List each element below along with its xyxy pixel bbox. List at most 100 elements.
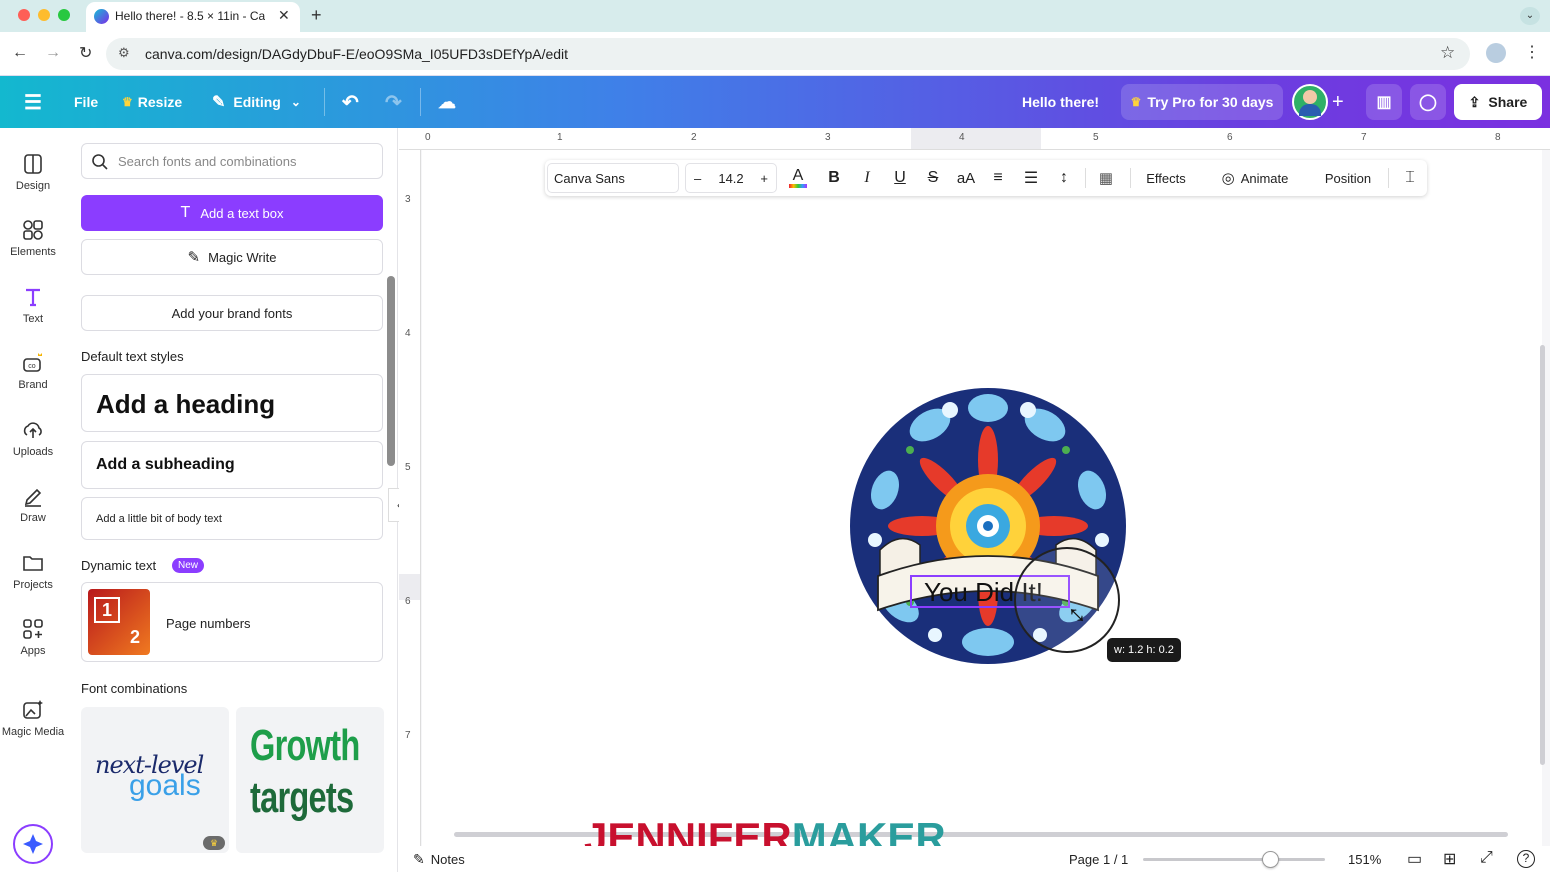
comments-icon[interactable]: ◯ [1410,84,1446,120]
url-text: canva.com/design/DAGdyDbuF-E/eoO9SMa_I05… [145,46,569,62]
page-numbers-button[interactable]: 1 2 Page numbers [81,582,383,662]
reload-icon[interactable]: ↻ [79,43,92,63]
ruler-tick: 4 [959,132,965,143]
undo-icon[interactable]: ↶ [342,76,359,128]
profile-avatar-icon[interactable] [1486,43,1506,63]
transparency-checker-icon[interactable]: ▦ [1093,160,1119,196]
bookmark-star-icon[interactable]: ☆ [1440,43,1455,63]
decrease-font-size-button[interactable]: – [694,171,701,186]
cursor-highlight-circle [1014,547,1120,653]
cloud-save-icon[interactable]: ☁ [438,76,456,128]
letter-case-button[interactable]: aA [952,160,980,196]
insights-chart-icon[interactable]: ▥ [1366,84,1402,120]
rail-label: Text [22,313,44,325]
help-button[interactable]: ? [1517,850,1535,868]
strikethrough-button[interactable]: S [920,160,946,196]
rail-item-apps[interactable]: Apps [0,611,66,671]
menu-hamburger-icon[interactable]: ☰ [24,76,42,128]
text-color-button[interactable]: A [785,160,811,196]
rail-item-projects[interactable]: Projects [0,545,66,605]
fullscreen-icon[interactable]: ⤢ [1480,849,1493,867]
magic-write-label: Magic Write [208,249,277,265]
add-collaborator-icon[interactable]: + [1332,76,1344,128]
font-family-dropdown[interactable]: Canva Sans [547,163,679,193]
pencil-icon: ✎ [212,94,226,111]
minimize-window-button[interactable] [38,9,50,21]
resize-label: Resize [137,94,183,110]
try-pro-button[interactable]: ♛ Try Pro for 30 days [1121,84,1283,120]
underline-button[interactable]: U [887,160,913,196]
back-arrow-icon[interactable]: ← [12,44,28,62]
close-window-button[interactable] [18,9,30,21]
heading-label: Add a heading [96,389,276,419]
increase-font-size-button[interactable]: + [760,171,768,186]
site-settings-icon[interactable]: ⚙ [118,45,130,61]
font-size-input[interactable]: 14.2 [718,171,743,186]
zoom-slider[interactable] [1143,851,1325,868]
vertical-scrollbar[interactable] [1540,345,1545,765]
redo-icon[interactable]: ↷ [385,76,402,128]
new-tab-button[interactable]: + [311,5,322,26]
line-spacing-icon[interactable]: ↕ [1051,160,1077,196]
top-ruler: 0 1 2 3 4 5 6 7 8 [399,128,1550,150]
magic-assistant-button[interactable] [13,824,53,864]
forward-arrow-icon[interactable]: → [45,44,61,62]
rail-item-uploads[interactable]: Uploads [0,412,66,472]
font-search-input[interactable]: Search fonts and combinations [81,143,383,179]
add-body-text-button[interactable]: Add a little bit of body text [81,497,383,540]
bold-button[interactable]: B [821,160,847,196]
page-numbers-label: Page numbers [166,616,251,631]
share-button[interactable]: ⇪ Share [1454,84,1542,120]
page-indicator[interactable]: Page 1 / 1 [1069,852,1128,867]
file-menu-button[interactable]: File [74,76,98,128]
align-center-icon[interactable]: ≡ [985,160,1011,196]
rail-item-design[interactable]: Design [0,146,66,206]
design-icon [24,154,42,174]
add-text-box-button[interactable]: T Add a text box [81,195,383,231]
toolbar-divider [1388,168,1389,188]
document-title[interactable]: Hello there! [1022,76,1099,128]
browser-menu-icon[interactable]: ⋮ [1524,42,1540,62]
italic-button[interactable]: I [854,160,880,196]
magic-write-button[interactable]: ✎ Magic Write [81,239,383,275]
rail-item-brand[interactable]: co Brand [0,345,66,405]
editing-mode-button[interactable]: ✎ Editing ⌄ [212,76,301,128]
pages-view-icon[interactable]: ▭ [1407,849,1422,869]
pro-crown-icon: ♛ [203,836,225,850]
panel-scrollbar[interactable] [387,276,395,466]
font-combo-next-level-goals[interactable]: next-level goals ♛ [81,707,229,853]
magic-media-icon [23,700,43,719]
tab-search-icon[interactable]: ⌄ [1520,7,1540,25]
browser-toolbar: ← → ↻ ⚙ canva.com/design/DAGdyDbuF-E/eoO… [0,32,1550,76]
copy-style-paint-roller-icon[interactable]: ⌶ [1397,160,1423,196]
rail-item-draw[interactable]: Draw [0,478,66,538]
user-avatar[interactable] [1292,84,1328,120]
left-rail: Design Elements Text co Brand Uploads Dr… [0,128,66,872]
zoom-slider-thumb[interactable] [1262,851,1280,868]
grid-view-icon[interactable]: ⊞ [1443,849,1456,869]
search-icon [92,154,108,170]
text-color-a-icon: A [792,167,804,184]
add-subheading-button[interactable]: Add a subheading [81,441,383,489]
rail-label: Projects [13,579,53,591]
browser-tab[interactable]: Hello there! - 8.5 × 11in - Can ✕ [86,2,300,32]
effects-button[interactable]: Effects [1139,160,1193,196]
rail-item-magic-media[interactable]: Magic Media [0,692,66,752]
maximize-window-button[interactable] [58,9,70,21]
add-heading-button[interactable]: Add a heading [81,374,383,432]
position-button[interactable]: Position [1315,160,1381,196]
page-num-1: 1 [94,597,120,623]
notes-button[interactable]: ✎ Notes [413,851,465,868]
bullet-list-icon[interactable]: ☰ [1018,160,1044,196]
resize-button[interactable]: ♛ Resize [122,76,182,128]
zoom-level[interactable]: 151% [1348,852,1381,867]
close-tab-icon[interactable]: ✕ [278,7,290,24]
url-bar[interactable]: ⚙ canva.com/design/DAGdyDbuF-E/eoO9SMa_I… [106,38,1470,70]
animate-button[interactable]: ◎ Animate [1213,160,1297,196]
default-text-styles-title: Default text styles [81,349,184,364]
add-brand-fonts-button[interactable]: Add your brand fonts [81,295,383,331]
magic-wand-icon: ✎ [187,249,201,266]
font-combo-growth-targets[interactable]: Growth targets [236,707,384,853]
rail-item-text[interactable]: Text [0,279,66,339]
rail-item-elements[interactable]: Elements [0,212,66,272]
